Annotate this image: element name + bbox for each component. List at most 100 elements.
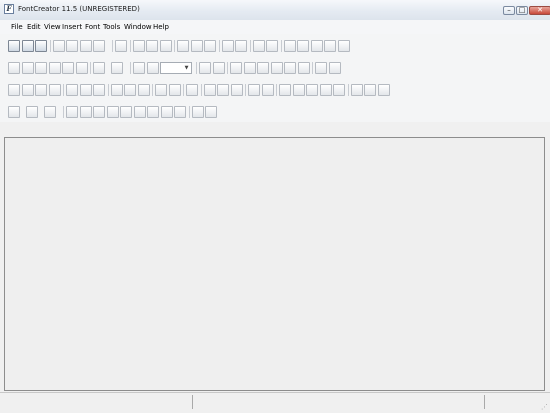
duplicate-icon[interactable] bbox=[350, 84, 363, 96]
kerning-icon[interactable] bbox=[310, 40, 323, 52]
grid-7-icon[interactable] bbox=[147, 106, 159, 118]
menu-insert[interactable]: Insert bbox=[62, 23, 82, 31]
grid-3-icon[interactable] bbox=[93, 106, 105, 118]
brush-icon[interactable] bbox=[270, 62, 283, 74]
menu-file[interactable]: File bbox=[11, 23, 23, 31]
link-icon[interactable] bbox=[217, 84, 229, 96]
mdi-client-area[interactable] bbox=[4, 137, 545, 391]
skew-icon[interactable] bbox=[137, 84, 150, 96]
glyph-select-icon[interactable] bbox=[221, 40, 234, 52]
validate-icon[interactable] bbox=[283, 40, 296, 52]
print-icon[interactable] bbox=[115, 40, 127, 52]
scale-icon[interactable] bbox=[124, 84, 136, 96]
zoom-in-icon[interactable] bbox=[133, 62, 145, 74]
glyph-props-icon[interactable] bbox=[235, 40, 247, 52]
paste-icon[interactable] bbox=[159, 40, 172, 52]
prev-icon[interactable] bbox=[315, 62, 327, 74]
flip-v-icon[interactable] bbox=[243, 62, 256, 74]
zoom-select-icon[interactable] bbox=[212, 62, 225, 74]
next-icon[interactable] bbox=[328, 62, 341, 74]
cut-icon[interactable] bbox=[132, 40, 145, 52]
menu-edit[interactable]: Edit bbox=[27, 23, 41, 31]
transform-icon[interactable] bbox=[266, 40, 278, 52]
merge-icon[interactable] bbox=[155, 84, 167, 96]
pen-tool-icon[interactable] bbox=[62, 62, 74, 74]
hand-tool-icon[interactable] bbox=[35, 62, 47, 74]
unlink-icon[interactable] bbox=[230, 84, 243, 96]
distribute-v-icon[interactable] bbox=[79, 84, 92, 96]
align-right-icon[interactable] bbox=[35, 84, 47, 96]
title-bar[interactable]: F FontCreator 11.5 (UNREGISTERED) – □ ✕ bbox=[0, 0, 550, 21]
test-font-icon[interactable] bbox=[324, 40, 336, 52]
cw-icon[interactable] bbox=[292, 84, 305, 96]
metrics-icon[interactable] bbox=[297, 40, 309, 52]
image-dropdown-icon[interactable] bbox=[93, 62, 105, 74]
grid-dropdown-icon[interactable] bbox=[44, 106, 56, 118]
grid-1-icon[interactable] bbox=[66, 106, 78, 118]
ungroup-icon[interactable] bbox=[377, 84, 390, 96]
split-icon[interactable] bbox=[168, 84, 181, 96]
contour-icon[interactable] bbox=[279, 84, 291, 96]
zoom-level-combo[interactable]: ▼ bbox=[160, 62, 192, 74]
menu-window[interactable]: Window bbox=[124, 23, 152, 31]
redo-icon[interactable] bbox=[190, 40, 203, 52]
close-button[interactable]: ✕ bbox=[529, 6, 550, 15]
preview-window-icon[interactable] bbox=[337, 40, 350, 52]
anchor-2-icon[interactable] bbox=[174, 106, 186, 118]
knife-tool-icon[interactable] bbox=[48, 62, 61, 74]
select-tool-icon[interactable] bbox=[8, 62, 20, 74]
maximize-button[interactable]: □ bbox=[516, 6, 528, 15]
bold-icon[interactable] bbox=[248, 84, 260, 96]
italic-icon[interactable] bbox=[261, 84, 274, 96]
new-glyph-dropdown-icon[interactable] bbox=[8, 106, 20, 118]
copy-icon[interactable] bbox=[146, 40, 158, 52]
hint-icon[interactable] bbox=[191, 106, 204, 118]
menu-help[interactable]: Help bbox=[153, 23, 169, 31]
font-preview-icon[interactable] bbox=[35, 40, 47, 52]
group-icon[interactable] bbox=[364, 84, 376, 96]
mirror-icon[interactable] bbox=[110, 84, 123, 96]
fontcreator-app-icon[interactable]: F bbox=[4, 4, 14, 14]
grid-5-icon[interactable] bbox=[120, 106, 132, 118]
save-all-icon[interactable] bbox=[79, 40, 92, 52]
menu-font[interactable]: Font bbox=[85, 23, 100, 31]
fill-tool-icon[interactable] bbox=[75, 62, 88, 74]
ccw-icon[interactable] bbox=[306, 84, 318, 96]
lasso-tool-icon[interactable] bbox=[21, 62, 34, 74]
hint-2-icon[interactable] bbox=[205, 106, 217, 118]
reverse-icon[interactable] bbox=[319, 84, 332, 96]
menu-tools[interactable]: Tools bbox=[103, 23, 120, 31]
distribute-h-icon[interactable] bbox=[66, 84, 78, 96]
start-point-icon[interactable] bbox=[333, 84, 345, 96]
ellipse-icon[interactable] bbox=[297, 62, 310, 74]
grid-2-icon[interactable] bbox=[79, 106, 92, 118]
resize-grip-icon[interactable]: ⋰ bbox=[541, 403, 548, 411]
minimize-button[interactable]: – bbox=[503, 6, 515, 15]
open-folder-icon[interactable] bbox=[21, 40, 34, 52]
add-point-icon[interactable] bbox=[257, 62, 269, 74]
table-dropdown-icon[interactable] bbox=[26, 106, 38, 118]
erase-icon[interactable] bbox=[203, 84, 216, 96]
undo-icon[interactable] bbox=[177, 40, 189, 52]
refresh-icon[interactable] bbox=[204, 40, 216, 52]
grid-4-icon[interactable] bbox=[106, 106, 119, 118]
new-file-icon[interactable] bbox=[8, 40, 20, 52]
layer-dropdown-icon[interactable] bbox=[111, 62, 123, 74]
flip-h-icon[interactable] bbox=[230, 62, 242, 74]
grid-6-icon[interactable] bbox=[133, 106, 146, 118]
copy-doc-icon[interactable] bbox=[66, 40, 78, 52]
zoom-out-icon[interactable] bbox=[146, 62, 159, 74]
anchor-icon[interactable] bbox=[160, 106, 173, 118]
save-icon[interactable] bbox=[52, 40, 65, 52]
export-dropdown-icon[interactable] bbox=[93, 40, 105, 52]
fit-page-icon[interactable] bbox=[199, 62, 211, 74]
rotate-icon[interactable] bbox=[93, 84, 105, 96]
insert-char-icon[interactable] bbox=[252, 40, 265, 52]
outline-icon[interactable] bbox=[186, 84, 198, 96]
rectangle-icon[interactable] bbox=[284, 62, 296, 74]
align-center-icon[interactable] bbox=[21, 84, 34, 96]
menu-view[interactable]: View bbox=[44, 23, 61, 31]
align-left-icon[interactable] bbox=[8, 84, 20, 96]
chevron-down-icon[interactable]: ▼ bbox=[183, 64, 190, 72]
align-top-icon[interactable] bbox=[48, 84, 61, 96]
